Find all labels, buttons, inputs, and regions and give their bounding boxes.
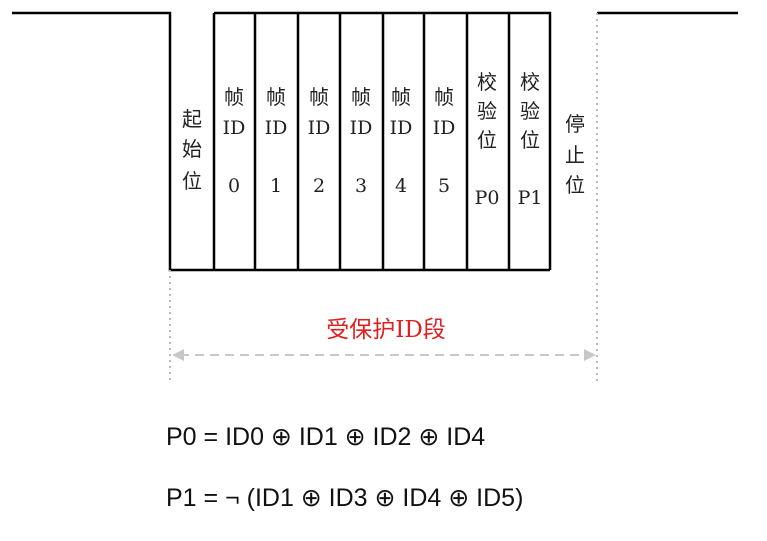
arrowhead-left bbox=[172, 349, 184, 361]
field-stop-bit: 停 止 位 bbox=[565, 112, 585, 197]
field-parity-p1: 校 验 位 P1 bbox=[518, 70, 543, 209]
field-line: P0 bbox=[475, 187, 500, 209]
field-id1: 帧 ID 1 bbox=[265, 85, 288, 197]
field-line: ID bbox=[433, 117, 456, 139]
field-line: ID bbox=[265, 117, 288, 139]
field-line: 位 bbox=[182, 169, 202, 193]
field-line: ID bbox=[308, 117, 331, 139]
field-line: 止 bbox=[565, 143, 585, 167]
field-id3: 帧 ID 3 bbox=[350, 85, 373, 197]
field-line: 0 bbox=[228, 175, 240, 197]
field-line: 位 bbox=[477, 128, 497, 152]
field-line: 帧 bbox=[391, 85, 411, 109]
field-id2: 帧 ID 2 bbox=[308, 85, 331, 197]
field-line: 起 bbox=[182, 107, 202, 131]
formula-p0: P0 = ID0 ⊕ ID1 ⊕ ID2 ⊕ ID4 bbox=[166, 423, 486, 451]
field-parity-p0: 校 验 位 P0 bbox=[475, 70, 500, 209]
field-line: ID bbox=[390, 117, 413, 139]
field-line: 帧 bbox=[434, 85, 454, 109]
field-line: 帧 bbox=[224, 85, 244, 109]
field-line: 位 bbox=[565, 173, 585, 197]
field-id0: 帧 ID 0 bbox=[223, 85, 246, 197]
field-line: 校 bbox=[477, 70, 497, 94]
field-line: 4 bbox=[395, 175, 407, 197]
field-line: 1 bbox=[270, 175, 282, 197]
field-line: 位 bbox=[520, 128, 540, 152]
field-line: 5 bbox=[438, 175, 450, 197]
field-line: 2 bbox=[313, 175, 325, 197]
field-line: ID bbox=[350, 117, 373, 139]
formula-p1: P1 = ¬ (ID1 ⊕ ID3 ⊕ ID4 ⊕ ID5) bbox=[166, 484, 524, 512]
protected-id-frame-diagram: 受保护ID段 起 始 位 帧 ID 0 帧 ID 1 帧 ID 2 帧 ID 3… bbox=[12, 11, 738, 382]
field-start-bit: 起 始 位 bbox=[182, 107, 202, 193]
field-line: 始 bbox=[182, 137, 202, 161]
field-line: 验 bbox=[477, 99, 497, 123]
field-line: 校 bbox=[520, 70, 540, 94]
field-line: 帧 bbox=[266, 85, 286, 109]
field-id4: 帧 ID 4 bbox=[390, 85, 413, 197]
field-line: 帧 bbox=[309, 85, 329, 109]
field-line: ID bbox=[223, 117, 246, 139]
field-line: P1 bbox=[518, 187, 543, 209]
field-line: 帧 bbox=[351, 85, 371, 109]
signal-waveform bbox=[12, 11, 550, 272]
field-id5: 帧 ID 5 bbox=[433, 85, 456, 197]
arrowhead-right bbox=[584, 349, 596, 361]
field-line: 验 bbox=[520, 99, 540, 123]
field-line: 3 bbox=[355, 175, 367, 197]
field-line: 停 bbox=[565, 112, 585, 136]
protected-id-label: 受保护ID段 bbox=[326, 317, 446, 343]
